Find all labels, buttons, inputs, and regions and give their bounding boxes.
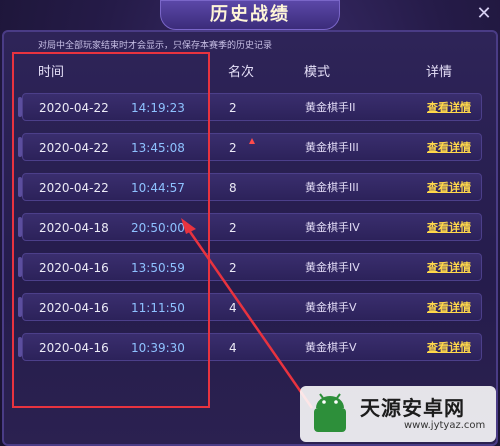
column-header-detail: 详情 xyxy=(426,65,453,80)
highlight-box xyxy=(12,52,210,408)
watermark: 天源安卓网 www.jytyaz.com xyxy=(300,386,496,442)
dialog-title: 历史战绩 xyxy=(210,4,290,25)
row-rank: 2 xyxy=(229,101,237,115)
watermark-url: www.jytyaz.com xyxy=(404,420,486,431)
row-rank: 4 xyxy=(229,341,237,355)
row-mode: 黄金棋手IV xyxy=(305,261,360,274)
column-header-mode: 模式 xyxy=(304,65,331,80)
view-details-link[interactable]: 查看详情 xyxy=(427,134,471,162)
row-rank: 8 xyxy=(229,181,237,195)
row-mode: 黄金棋手III xyxy=(305,181,359,194)
watermark-title: 天源安卓网 xyxy=(360,396,465,420)
row-rank: 2 xyxy=(229,141,237,155)
view-details-link[interactable]: 查看详情 xyxy=(427,294,471,322)
row-mode: 黄金棋手II xyxy=(305,101,356,114)
android-logo-icon xyxy=(314,393,346,432)
view-details-link[interactable]: 查看详情 xyxy=(427,214,471,242)
view-details-link[interactable]: 查看详情 xyxy=(427,174,471,202)
view-details-link[interactable]: 查看详情 xyxy=(427,254,471,282)
close-icon[interactable]: ✕ xyxy=(474,4,494,24)
row-rank: 2 xyxy=(229,221,237,235)
row-mode: 黄金棋手V xyxy=(305,341,357,354)
view-details-link[interactable]: 查看详情 xyxy=(427,94,471,122)
row-rank: 4 xyxy=(229,301,237,315)
row-rank: 2 xyxy=(229,261,237,275)
row-mode: 黄金棋手V xyxy=(305,301,357,314)
rank-up-arrow-icon xyxy=(249,138,255,144)
row-mode: 黄金棋手III xyxy=(305,141,359,154)
view-details-link[interactable]: 查看详情 xyxy=(427,334,471,362)
column-header-rank: 名次 xyxy=(228,65,255,80)
row-mode: 黄金棋手IV xyxy=(305,221,360,234)
